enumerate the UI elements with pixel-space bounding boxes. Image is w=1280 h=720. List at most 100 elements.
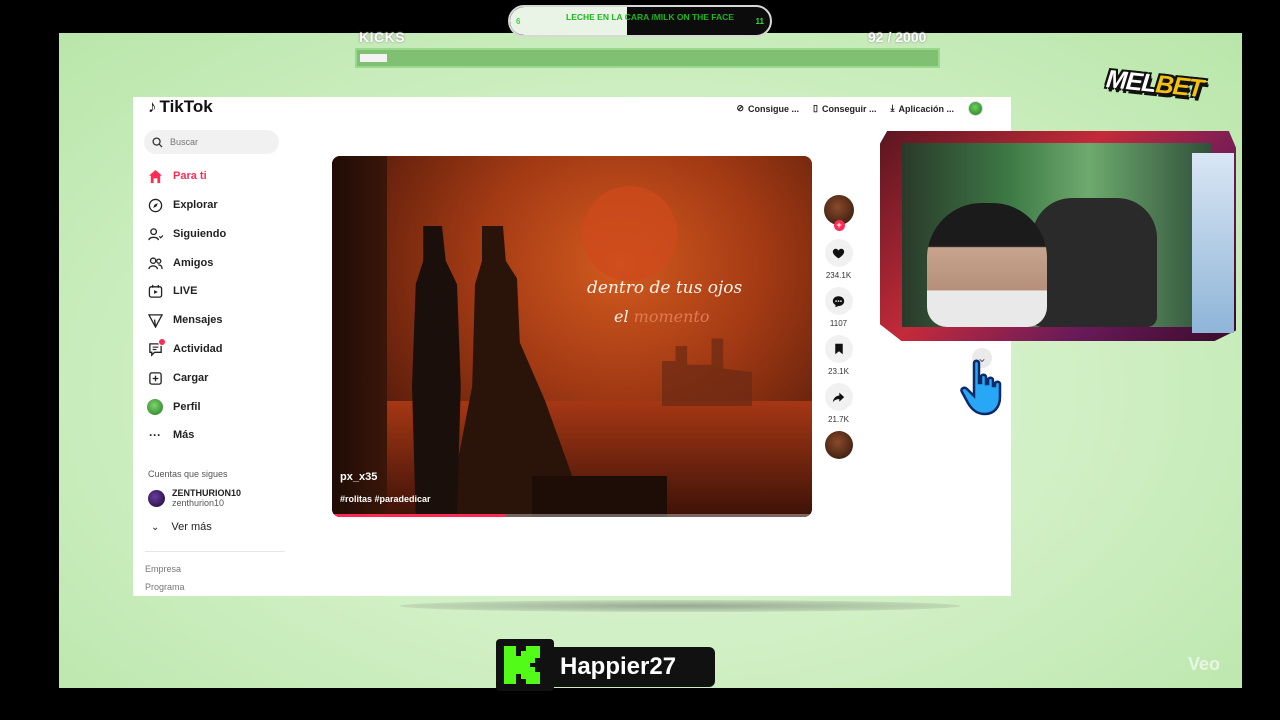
kicks-label: KICKS	[359, 29, 406, 45]
music-disc-avatar[interactable]	[824, 431, 853, 459]
kicks-count: 92 / 2000	[868, 29, 927, 45]
live-icon	[147, 283, 163, 299]
video-actions: + 234.1K 1107 23.1K 21.7K	[822, 195, 855, 459]
heart-icon	[832, 248, 845, 258]
webcam-feed	[902, 143, 1234, 333]
follow-plus-icon[interactable]: +	[833, 220, 845, 231]
video-author[interactable]: px_x35	[340, 471, 377, 483]
goal-right-value: 11	[755, 17, 764, 26]
kicks-progress-fill	[360, 54, 387, 62]
profile-avatar-icon	[147, 399, 163, 415]
share-button[interactable]	[824, 383, 853, 411]
nav-para-ti[interactable]: Para ti	[147, 166, 207, 186]
compass-icon	[147, 197, 163, 213]
streamer-image	[927, 203, 1047, 327]
cursor-area: ⌄	[958, 345, 1008, 417]
get-coins-label: Consigue ...	[748, 103, 800, 114]
video-ledge	[532, 476, 667, 517]
video-progress-fill	[332, 514, 505, 517]
friends-icon	[147, 255, 163, 271]
nav-label: LIVE	[173, 285, 198, 297]
chevron-down-icon: ⌄	[151, 521, 160, 533]
caption-word-fading: momento	[633, 307, 710, 326]
goal-title: LECHE EN LA CARA /MILK ON THE FACE	[566, 12, 734, 22]
streamer-name: Happier27	[554, 647, 715, 687]
nav-cargar[interactable]: Cargar	[147, 368, 208, 388]
nav-live[interactable]: LIVE	[147, 281, 197, 301]
download-app-button[interactable]: ⤓ Aplicación ...	[891, 103, 955, 114]
nav-siguiendo[interactable]: Siguiendo	[147, 224, 226, 244]
comment-count: 1107	[829, 319, 848, 328]
account-name: ZENTHURION10	[172, 488, 242, 498]
nav-mensajes[interactable]: Mensajes	[147, 310, 223, 330]
comment-button[interactable]	[824, 287, 853, 315]
download-icon: ⤓	[890, 103, 895, 113]
melbet-text-mel: MEL	[1104, 65, 1158, 99]
video-hashtags[interactable]: #rolitas #paradedicar	[340, 494, 431, 504]
video-wall	[332, 156, 387, 517]
tiktok-logo[interactable]: ♪ TikTok	[148, 97, 213, 117]
tiktok-note-icon: ♪	[148, 97, 157, 116]
more-icon: ···	[149, 428, 161, 442]
get-coins-button[interactable]: ⊘ Consigue ...	[736, 103, 799, 114]
video-sun	[582, 186, 677, 281]
profile-avatar[interactable]	[968, 101, 983, 116]
nav-label: Mensajes	[173, 314, 223, 326]
goal-left-value: 6	[516, 17, 521, 26]
window-shadow	[400, 600, 960, 612]
video-caption-line2: el momento	[614, 307, 709, 326]
followed-account-item[interactable]: ZENTHURION10 zenthurion10	[148, 488, 241, 508]
video-player[interactable]: dentro de tus ojos el momento px_x35 #ro…	[332, 156, 812, 517]
nav-label: Cargar	[173, 372, 209, 384]
webcam-overlay	[880, 131, 1236, 341]
stream-canvas: 6 LECHE EN LA CARA /MILK ON THE FACE 11 …	[0, 0, 1280, 720]
footer-link-empresa[interactable]: Empresa	[145, 564, 181, 574]
kicks-progress-bar	[355, 48, 940, 68]
kick-k-icon	[504, 646, 540, 684]
nav-amigos[interactable]: Amigos	[147, 253, 213, 273]
see-more-button[interactable]: ⌄ Ver más	[151, 521, 212, 533]
top-header: ⊘ Consigue ... ▯ Conseguir ... ⤓ Aplicac…	[736, 101, 983, 116]
melbet-logo: MELBET	[1100, 65, 1228, 110]
search-input[interactable]	[170, 137, 270, 147]
melbet-text-bet: BET	[1154, 70, 1205, 103]
gaming-chair	[1032, 198, 1157, 327]
nav-label: Más	[173, 429, 195, 441]
nav-perfil[interactable]: Perfil	[147, 397, 201, 417]
upload-icon	[147, 370, 163, 386]
see-more-label: Ver más	[171, 521, 212, 533]
get-app-button[interactable]: ▯ Conseguir ...	[813, 103, 876, 114]
phone-icon: ▯	[813, 103, 818, 113]
video-castle	[662, 338, 752, 406]
nav-label: Explorar	[173, 199, 218, 211]
home-icon	[147, 168, 163, 184]
sidebar-divider	[145, 551, 285, 552]
caption-word: el	[614, 307, 634, 326]
footer-link-programa[interactable]: Programa	[145, 582, 185, 592]
coin-icon: ⊘	[736, 103, 745, 113]
get-app-label: Conseguir ...	[821, 103, 877, 114]
save-button[interactable]	[824, 335, 853, 363]
nav-label: Para ti	[173, 170, 207, 182]
nav-label: Amigos	[173, 257, 214, 269]
bookmark-icon	[834, 343, 843, 355]
creator-avatar[interactable]: +	[823, 195, 854, 231]
comment-icon	[832, 295, 845, 307]
followed-accounts-title: Cuentas que sigues	[148, 469, 228, 479]
save-count: 23.1K	[828, 367, 849, 376]
melbet-wordmark: MELBET	[1105, 65, 1204, 104]
nav-label: Siguiendo	[173, 228, 227, 240]
nav-explorar[interactable]: Explorar	[147, 195, 218, 215]
search-box[interactable]	[144, 130, 279, 154]
following-icon	[147, 226, 163, 242]
veo-watermark: Veo	[1188, 654, 1221, 674]
nav-label: Perfil	[173, 401, 201, 413]
like-button[interactable]	[824, 239, 853, 267]
activity-icon	[147, 338, 166, 357]
nav-label: Actividad	[173, 343, 223, 355]
video-progress-bar[interactable]	[332, 514, 812, 517]
nav-mas[interactable]: ··· Más	[147, 425, 194, 445]
nav-actividad[interactable]: Actividad	[147, 338, 223, 359]
search-icon	[152, 136, 163, 148]
notification-badge	[158, 338, 166, 346]
